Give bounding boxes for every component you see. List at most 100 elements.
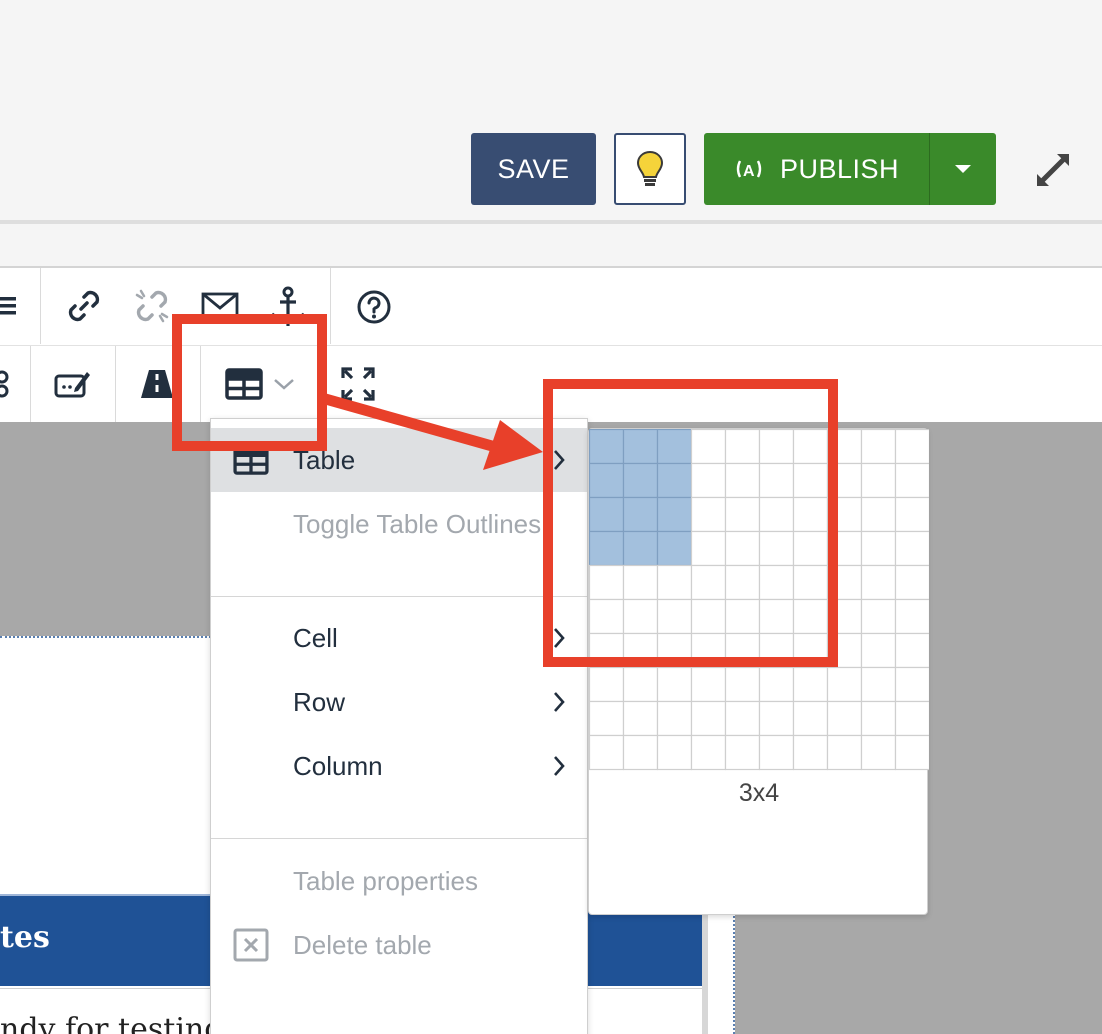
caret-down-icon — [955, 165, 971, 173]
save-button-label: SAVE — [497, 153, 570, 184]
fullscreen-button[interactable] — [338, 364, 378, 404]
menu-item-delete-table: Delete table — [211, 913, 587, 977]
grid-cell[interactable] — [690, 700, 727, 737]
grid-cell[interactable] — [894, 666, 930, 703]
toolbar-separator — [330, 268, 331, 344]
link-button[interactable] — [62, 286, 106, 326]
grid-cell[interactable] — [860, 734, 897, 771]
grid-cell[interactable] — [724, 734, 761, 771]
grid-cell[interactable] — [792, 666, 829, 703]
grid-size-label: 3x4 — [738, 779, 780, 807]
grid-cell[interactable] — [894, 564, 930, 601]
road-button[interactable] — [138, 366, 176, 402]
layers-button[interactable] — [0, 366, 14, 402]
expand-button[interactable] — [1030, 148, 1076, 192]
grid-cell[interactable] — [860, 564, 897, 601]
menu-divider — [211, 596, 587, 597]
publish-button-label: PUBLISH — [779, 153, 900, 184]
publish-button[interactable]: A PUBLISH — [704, 133, 929, 205]
unlink-button — [130, 286, 174, 326]
svg-text:A: A — [743, 163, 755, 180]
grid-cell[interactable] — [622, 700, 659, 737]
grid-cell[interactable] — [894, 700, 930, 737]
sub-header-band — [0, 224, 1102, 266]
grid-cell[interactable] — [894, 734, 930, 771]
list-icon — [0, 297, 16, 315]
road-icon — [141, 370, 173, 398]
fullscreen-icon — [341, 367, 375, 401]
grid-cell[interactable] — [894, 632, 930, 669]
grid-cell[interactable] — [792, 700, 829, 737]
document-banner-text: tes — [0, 920, 50, 955]
grid-cell[interactable] — [589, 666, 625, 703]
menu-item-row[interactable]: Row — [211, 670, 587, 734]
table-menu: Table Toggle Table Outlines Cell Row Col… — [210, 418, 588, 1034]
grid-cell[interactable] — [690, 666, 727, 703]
grid-cell[interactable] — [656, 734, 693, 771]
save-button[interactable]: SAVE — [471, 133, 596, 205]
chevron-right-icon — [554, 692, 565, 712]
grid-cell[interactable] — [622, 734, 659, 771]
grid-cell[interactable] — [826, 700, 863, 737]
list-button[interactable] — [0, 288, 18, 324]
grid-cell[interactable] — [758, 734, 795, 771]
layers-icon — [0, 370, 9, 398]
menu-item-label: Delete table — [293, 929, 432, 960]
menu-divider — [211, 838, 587, 839]
grid-cell[interactable] — [894, 429, 930, 465]
grid-cell[interactable] — [656, 700, 693, 737]
grid-cell[interactable] — [589, 734, 625, 771]
annotation-box-grid — [543, 379, 838, 667]
grid-cell[interactable] — [894, 496, 930, 533]
grid-cell[interactable] — [894, 598, 930, 635]
chevron-right-icon — [554, 756, 565, 776]
broadcast-icon: A — [736, 160, 762, 180]
grid-cell[interactable] — [724, 666, 761, 703]
document-column-edge — [702, 894, 708, 1034]
hint-button[interactable] — [614, 133, 686, 205]
annotation-box-table-button — [172, 314, 327, 451]
grid-cell[interactable] — [758, 700, 795, 737]
menu-item-column[interactable]: Column — [211, 734, 587, 798]
lightbulb-icon — [636, 150, 664, 186]
link-icon — [68, 290, 100, 322]
document-body-text: ndy for testing — [0, 1012, 224, 1034]
menu-item-cell[interactable]: Cell — [211, 606, 587, 670]
grid-cell[interactable] — [622, 666, 659, 703]
grid-cell[interactable] — [724, 700, 761, 737]
grid-cell[interactable] — [656, 666, 693, 703]
grid-cell[interactable] — [860, 496, 897, 533]
menu-item-table-properties: Table properties — [211, 849, 587, 913]
grid-cell[interactable] — [758, 666, 795, 703]
publish-options-dropdown[interactable] — [929, 133, 996, 205]
toolbar-separator — [30, 346, 31, 422]
grid-cell[interactable] — [860, 598, 897, 635]
grid-cell[interactable] — [860, 666, 897, 703]
grid-cell[interactable] — [826, 666, 863, 703]
grid-cell[interactable] — [860, 462, 897, 499]
unlink-icon — [135, 289, 169, 323]
menu-item-label: Row — [293, 686, 346, 717]
grid-cell[interactable] — [860, 429, 897, 465]
grid-cell[interactable] — [792, 734, 829, 771]
grid-cell[interactable] — [860, 700, 897, 737]
delete-box-icon — [233, 928, 269, 962]
menu-item-label: Column — [293, 750, 383, 781]
expand-arrows-icon — [1037, 154, 1069, 186]
edit-field-button[interactable] — [52, 364, 92, 404]
grid-cell[interactable] — [826, 734, 863, 771]
grid-cell[interactable] — [589, 700, 625, 737]
help-icon — [357, 290, 391, 324]
edit-field-icon — [54, 372, 90, 398]
toolbar-separator — [40, 268, 41, 344]
menu-item-label: Cell — [293, 622, 338, 653]
help-button[interactable] — [354, 288, 394, 326]
menu-item-toggle-outlines: Toggle Table Outlines — [211, 492, 587, 556]
toolbar-separator — [115, 346, 116, 422]
grid-cell[interactable] — [860, 632, 897, 669]
menu-item-label: Table properties — [293, 865, 478, 896]
grid-cell[interactable] — [894, 462, 930, 499]
grid-cell[interactable] — [894, 530, 930, 567]
grid-cell[interactable] — [860, 530, 897, 567]
grid-cell[interactable] — [690, 734, 727, 771]
